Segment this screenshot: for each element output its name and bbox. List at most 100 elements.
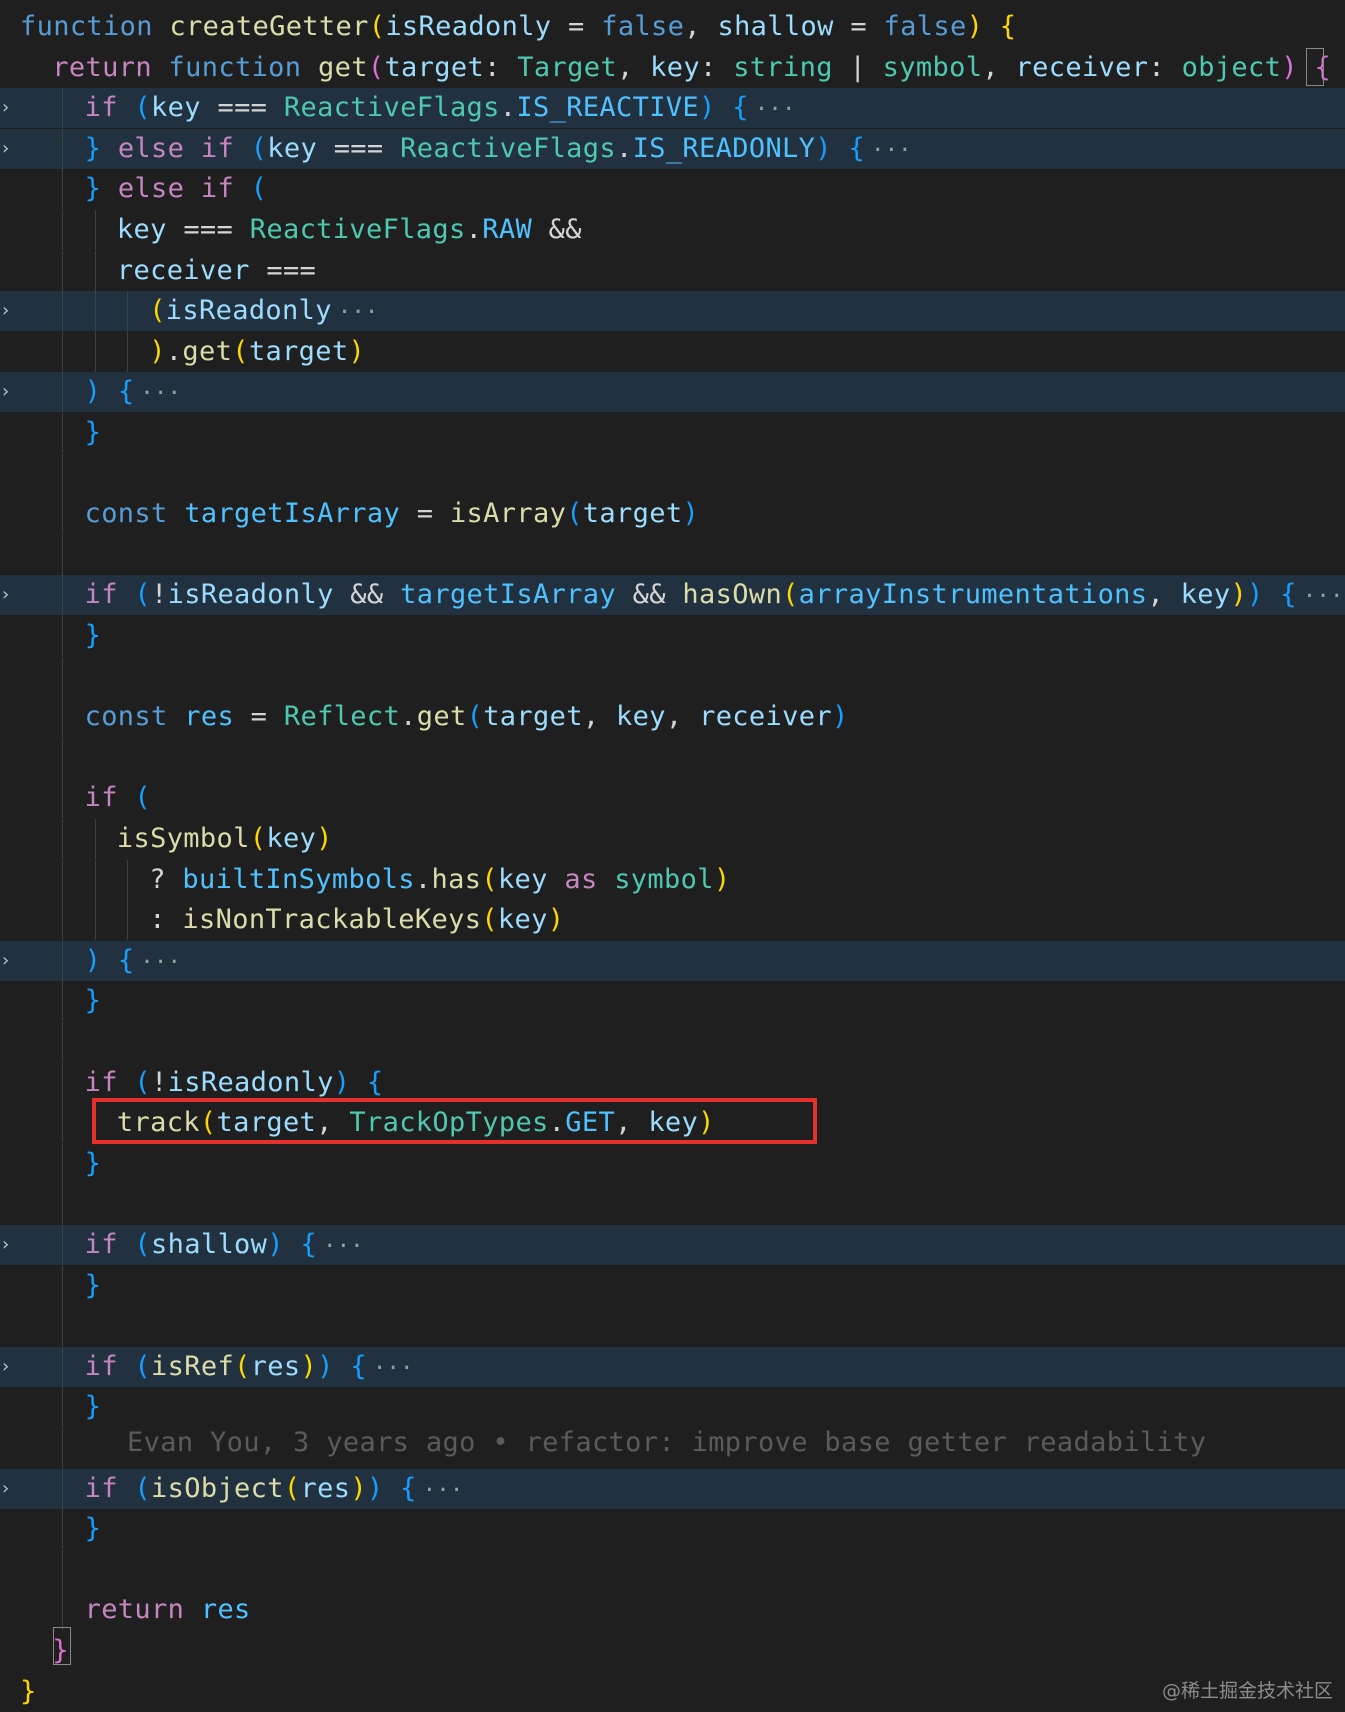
code-line[interactable]: }	[0, 1509, 1345, 1550]
code-line[interactable]	[0, 1306, 1345, 1347]
code-line[interactable]: : isNonTrackableKeys(key)	[0, 900, 1345, 941]
code-line[interactable]: › if (isRef(res)) {···	[0, 1346, 1345, 1387]
chevron-right-icon[interactable]: ›	[0, 586, 11, 604]
indent-guide	[62, 1265, 64, 1306]
code-token: (	[134, 92, 152, 124]
code-line[interactable]	[0, 737, 1345, 778]
code-token: ?	[149, 863, 183, 895]
code-line[interactable]	[0, 1549, 1345, 1590]
code-line[interactable]: isSymbol(key)	[0, 819, 1345, 859]
code-token: &&	[333, 579, 401, 611]
indent-guide	[62, 1468, 64, 1509]
code-text: }	[85, 616, 102, 656]
code-line[interactable]: › if (key === ReactiveFlags.IS_REACTIVE) …	[0, 88, 1345, 129]
folded-ellipsis[interactable]: ···	[1297, 584, 1344, 609]
code-line[interactable]: return function get(target: Target, key:…	[0, 48, 1345, 88]
folded-ellipsis[interactable]: ···	[317, 1234, 364, 1259]
code-text: receiver ===	[117, 251, 316, 291]
code-line[interactable]: › if (isObject(res)) {···	[0, 1468, 1345, 1509]
chevron-right-icon[interactable]: ›	[0, 1479, 11, 1498]
code-line[interactable]: const targetIsArray = isArray(target)	[0, 494, 1345, 535]
code-token: IS_REACTIVE	[516, 92, 700, 124]
code-token: ===	[166, 214, 250, 245]
code-line[interactable]: } else if (	[0, 169, 1345, 210]
code-line[interactable]: }	[0, 1143, 1345, 1184]
code-line[interactable]: › if (shallow) {···	[0, 1225, 1345, 1265]
code-line[interactable]: }	[0, 981, 1345, 1022]
code-token: :	[149, 904, 183, 936]
chevron-right-icon[interactable]: ›	[0, 1357, 11, 1376]
code-token: if	[84, 1350, 135, 1382]
code-line[interactable]: }	[0, 1265, 1345, 1306]
code-token: isRef	[151, 1350, 235, 1382]
folded-ellipsis[interactable]: ···	[134, 950, 181, 975]
code-text: key === ReactiveFlags.RAW &&	[117, 210, 582, 250]
code-line[interactable]	[0, 1022, 1345, 1062]
indent-guide	[62, 1062, 64, 1103]
indent-guide	[62, 169, 64, 210]
code-token: :	[484, 51, 518, 83]
folded-ellipsis[interactable]: ···	[332, 300, 379, 325]
folded-ellipsis[interactable]: ···	[417, 1478, 464, 1503]
code-line[interactable]: key === ReactiveFlags.RAW &&	[0, 210, 1345, 250]
folded-ellipsis[interactable]: ···	[367, 1356, 414, 1381]
code-line[interactable]: }	[0, 1672, 1345, 1712]
code-line[interactable]: return res	[0, 1590, 1345, 1631]
code-text: function createGetter(isReadonly = false…	[20, 7, 1016, 47]
code-line[interactable]: ›) {···	[0, 940, 1345, 981]
code-token: {	[117, 944, 135, 976]
code-token: object	[1181, 51, 1282, 83]
folded-ellipsis[interactable]: ···	[749, 97, 796, 122]
code-token: }	[84, 1513, 102, 1545]
code-line[interactable]: function createGetter(isReadonly = false…	[0, 7, 1345, 47]
chevron-right-icon[interactable]: ›	[0, 302, 11, 320]
code-line[interactable]: }	[0, 1387, 1345, 1428]
code-token: {	[366, 1066, 384, 1098]
indent-guide	[62, 1225, 64, 1265]
code-token: (	[782, 579, 799, 611]
code-line[interactable]: › if (!isReadonly && targetIsArray && has…	[0, 575, 1345, 616]
code-line[interactable]: ? builtInSymbols.has(key as symbol)	[0, 859, 1345, 900]
code-token: else if	[117, 173, 251, 205]
code-line[interactable]: }	[0, 1631, 1345, 1671]
chevron-right-icon[interactable]: ›	[0, 139, 11, 158]
chevron-right-icon[interactable]: ›	[0, 99, 11, 117]
code-line[interactable]: ).get(target)	[0, 331, 1345, 372]
code-line[interactable]: const res = Reflect.get(target, key, rec…	[0, 697, 1345, 738]
code-line[interactable]	[0, 453, 1345, 494]
folded-ellipsis[interactable]: ···	[865, 138, 912, 163]
code-line[interactable]: › (isReadonly ···	[0, 291, 1345, 332]
code-token: isReadonly	[167, 579, 334, 611]
chevron-right-icon[interactable]: ›	[0, 951, 11, 970]
chevron-right-icon[interactable]: ›	[0, 1236, 11, 1254]
code-line[interactable]: if (!isReadonly) {	[0, 1062, 1345, 1103]
code-text: if (key === ReactiveFlags.IS_REACTIVE) {…	[85, 88, 796, 128]
code-line[interactable]: }	[0, 413, 1345, 453]
code-line[interactable]	[0, 534, 1345, 575]
code-line[interactable]: ›) {···	[0, 372, 1345, 413]
code-line[interactable]	[0, 656, 1345, 697]
indent-guide	[62, 1022, 64, 1062]
indent-guide	[62, 778, 64, 819]
code-line[interactable]	[0, 1184, 1345, 1225]
indent-guide	[94, 210, 96, 250]
indent-guide	[62, 534, 64, 575]
code-token: (	[367, 51, 385, 83]
code-token: (	[134, 782, 152, 814]
chevron-right-icon[interactable]: ›	[0, 383, 11, 401]
code-line[interactable]: }	[0, 616, 1345, 656]
code-line[interactable]: if (	[0, 778, 1345, 819]
code-line[interactable]: receiver ===	[0, 250, 1345, 291]
code-line[interactable]: ›} else if (key === ReactiveFlags.IS_REA…	[0, 128, 1345, 169]
code-token: ReactiveFlags	[283, 92, 500, 124]
indent-guide	[62, 575, 64, 616]
indent-guide	[126, 900, 128, 941]
code-token: :	[1148, 51, 1182, 83]
code-text: }	[85, 1509, 102, 1549]
code-token: )	[267, 1229, 284, 1260]
folded-ellipsis[interactable]: ···	[134, 381, 181, 406]
code-token: isReadonly	[167, 1066, 334, 1098]
indent-guide	[62, 88, 64, 129]
